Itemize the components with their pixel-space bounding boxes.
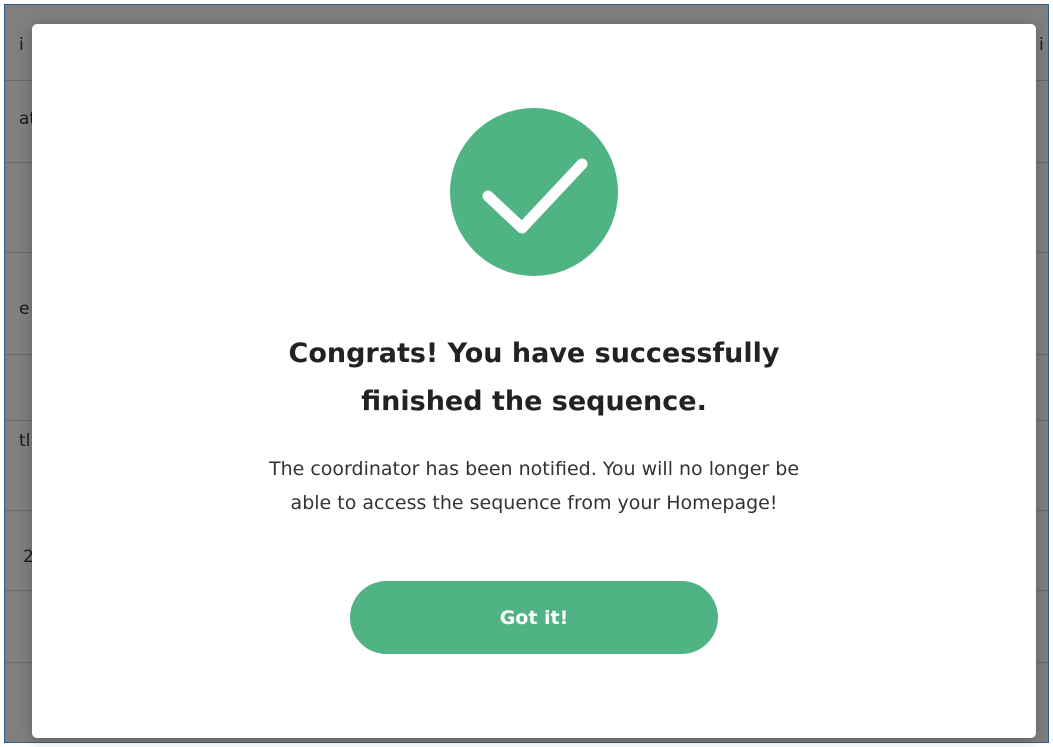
dialog-title: Congrats! You have successfully finished… xyxy=(132,330,936,426)
dialog-message-line: able to access the sequence from your Ho… xyxy=(290,492,778,514)
dialog-message: The coordinator has been notified. You w… xyxy=(132,452,936,520)
dialog-message-line: The coordinator has been notified. You w… xyxy=(268,458,800,480)
check-circle-icon xyxy=(450,108,618,276)
checkmark-icon xyxy=(482,158,588,234)
page: i i at e tl 2 Congrats! You have success… xyxy=(0,0,1053,747)
got-it-button[interactable]: Got it! xyxy=(350,581,718,654)
success-dialog: Congrats! You have successfully finished… xyxy=(32,24,1036,738)
dialog-title-line: finished the sequence. xyxy=(361,386,707,417)
dialog-title-line: Congrats! You have successfully xyxy=(288,338,780,369)
